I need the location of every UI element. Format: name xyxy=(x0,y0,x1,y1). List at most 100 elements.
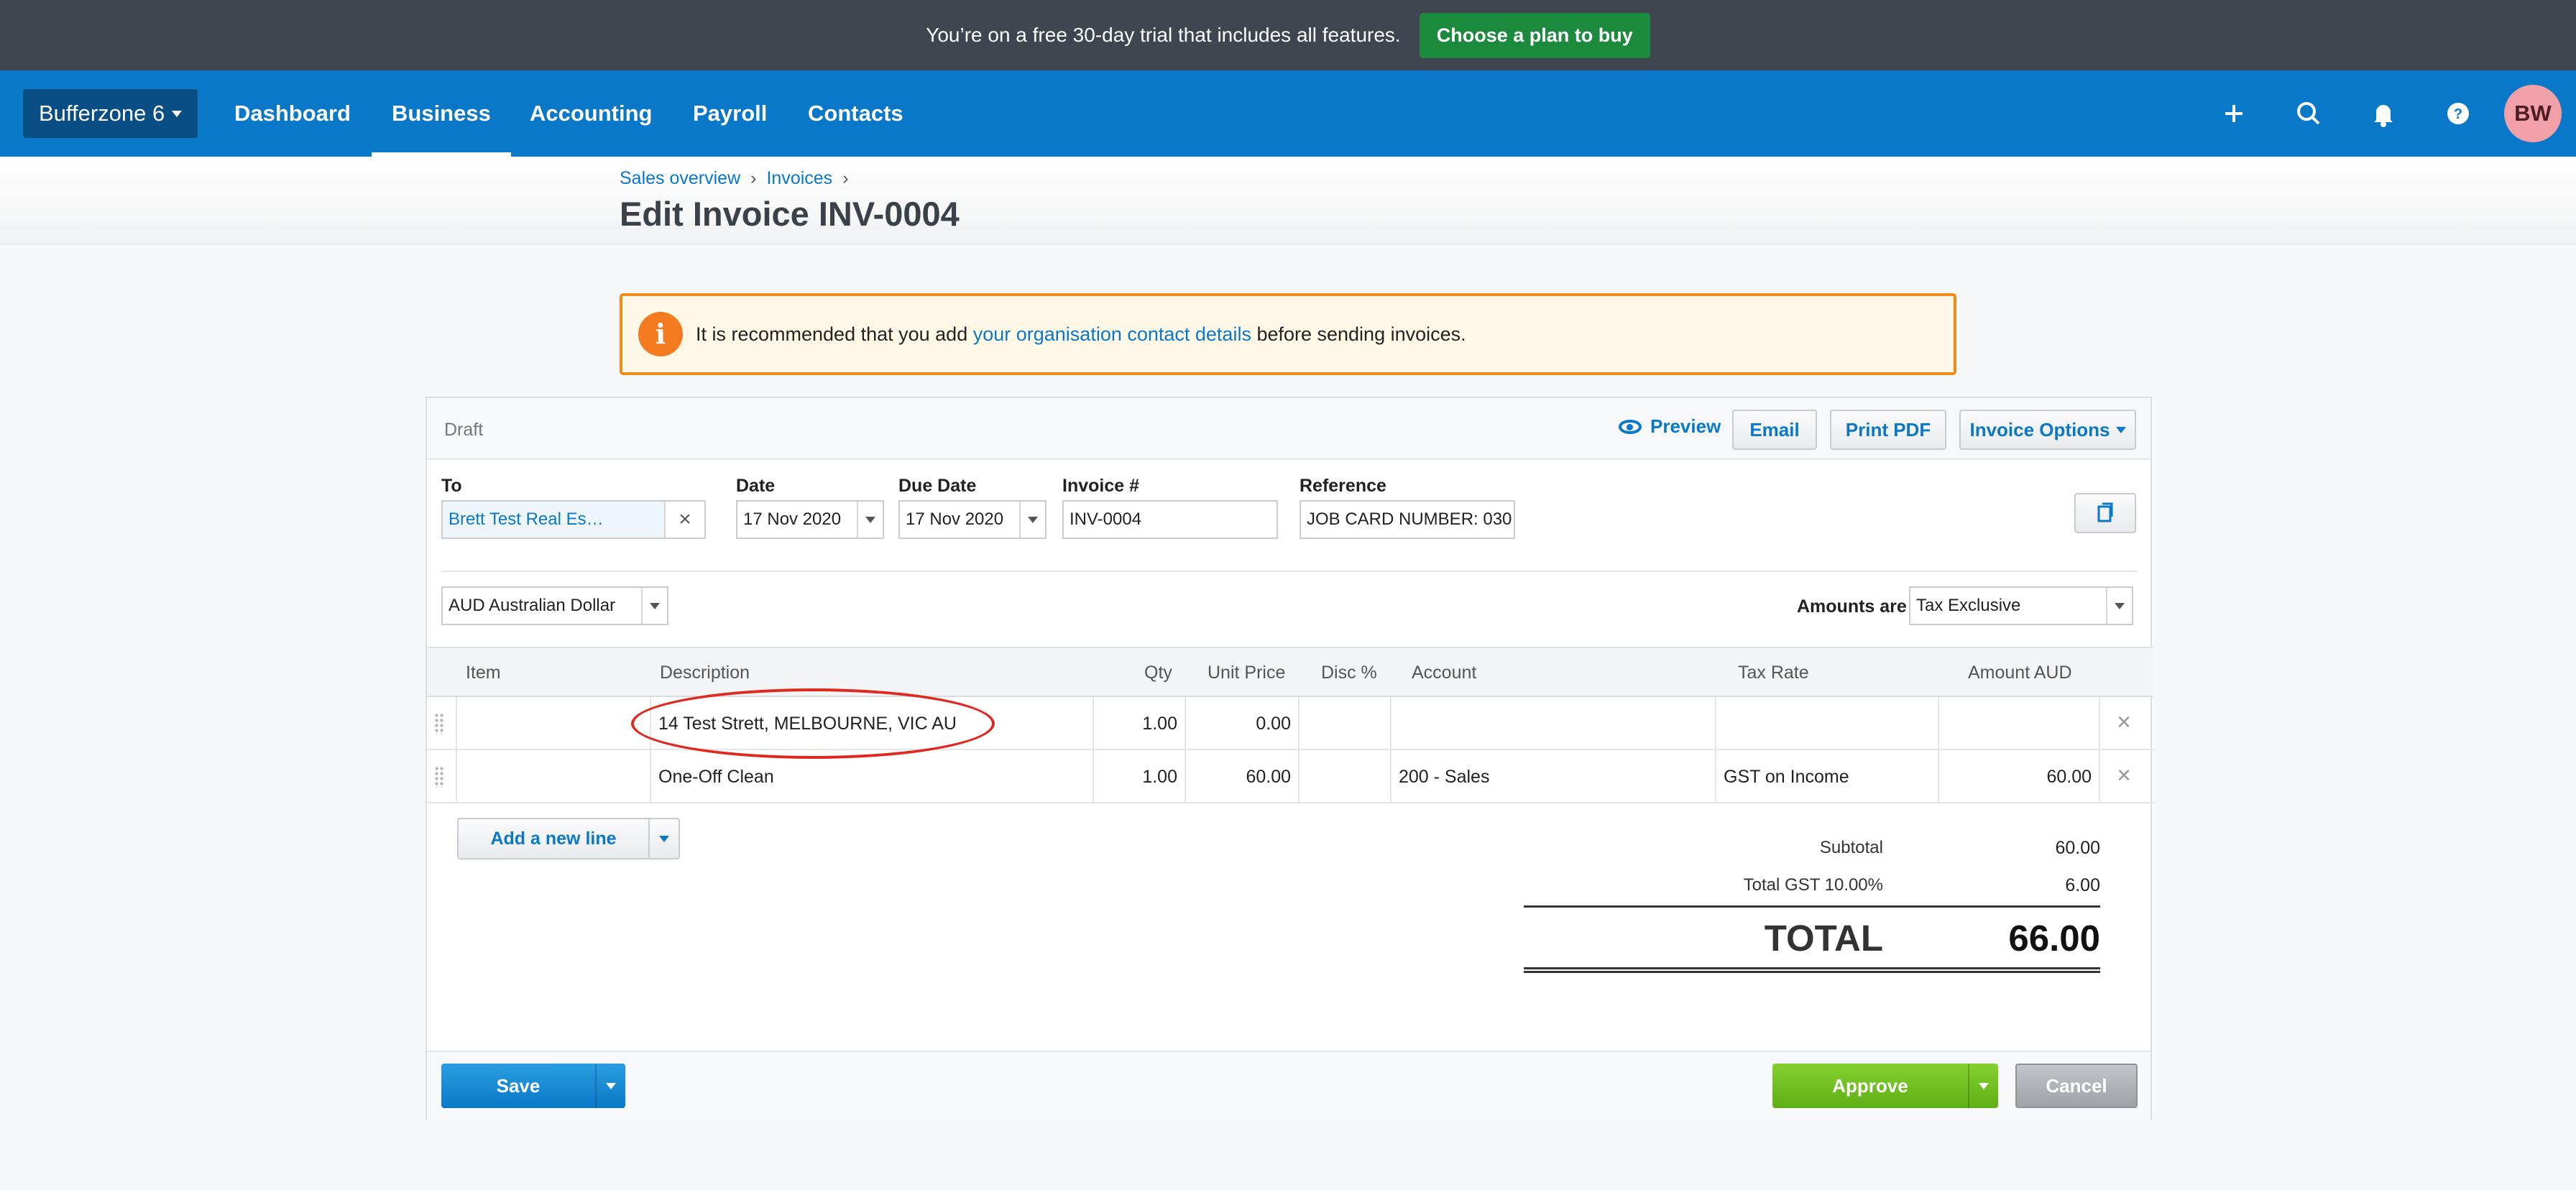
nav-contacts[interactable]: Contacts xyxy=(808,70,903,157)
drag-handle-icon[interactable] xyxy=(434,766,444,788)
column-account: Account xyxy=(1412,663,1477,683)
approve-dropdown[interactable] xyxy=(1968,1064,1998,1108)
print-pdf-button[interactable]: Print PDF xyxy=(1830,410,1946,450)
warning-text-before: It is recommended that you add xyxy=(696,323,973,345)
due-date-field[interactable]: 17 Nov 2020 xyxy=(898,500,1046,539)
approve-button[interactable]: Approve xyxy=(1772,1064,1968,1108)
tax-rate-cell[interactable] xyxy=(1715,697,1938,750)
disc-cell[interactable] xyxy=(1298,697,1390,750)
plus-icon[interactable] xyxy=(2217,96,2251,131)
amount-cell[interactable]: 60.00 xyxy=(1938,750,2099,803)
item-cell[interactable] xyxy=(456,750,650,803)
nav-accounting[interactable]: Accounting xyxy=(530,70,653,157)
gst-value: 6.00 xyxy=(2065,875,2100,895)
amounts-are-select[interactable]: Tax Exclusive xyxy=(1909,586,2133,625)
form-footer: Save Approve Cancel xyxy=(427,1051,2150,1120)
due-date-value: 17 Nov 2020 xyxy=(906,509,1004,529)
save-dropdown[interactable] xyxy=(595,1064,625,1108)
due-date-label: Due Date xyxy=(898,476,977,496)
save-split-button: Save xyxy=(441,1064,625,1108)
add-line-control: Add a new line xyxy=(457,818,680,859)
table-row: One-Off Clean 1.00 60.00 200 - Sales GST… xyxy=(427,750,2153,803)
help-icon[interactable]: ? xyxy=(2441,96,2475,131)
trial-banner: You’re on a free 30-day trial that inclu… xyxy=(0,0,2576,70)
total-double-underline xyxy=(1524,967,2100,973)
currency-value: AUD Australian Dollar xyxy=(448,596,616,615)
description-cell[interactable]: One-Off Clean xyxy=(650,750,1092,803)
chevron-down-icon xyxy=(650,602,660,609)
invoice-number-field[interactable]: INV-0004 xyxy=(1062,500,1278,539)
svg-text:?: ? xyxy=(2454,106,2462,122)
column-amount: Amount AUD xyxy=(1968,663,2072,683)
drag-handle-icon[interactable] xyxy=(434,713,444,734)
info-icon: i xyxy=(638,312,683,356)
amounts-are-label: Amounts are xyxy=(1797,596,1907,617)
date-value: 17 Nov 2020 xyxy=(743,509,842,529)
invoice-form: Draft Preview Email Print PDF Invoice Op… xyxy=(426,397,2153,1120)
column-item: Item xyxy=(466,663,501,683)
chevron-down-icon xyxy=(1028,516,1038,523)
bell-icon[interactable] xyxy=(2366,96,2401,131)
column-disc: Disc % xyxy=(1321,663,1377,683)
nav-dashboard[interactable]: Dashboard xyxy=(234,70,351,157)
page-header: Sales overview › Invoices › Edit Invoice… xyxy=(0,157,2576,244)
delete-row-icon[interactable]: × xyxy=(2113,710,2135,734)
chevron-down-icon xyxy=(865,516,875,523)
item-cell[interactable] xyxy=(456,697,650,750)
approve-split-button: Approve xyxy=(1772,1064,1998,1108)
breadcrumb-sales-overview[interactable]: Sales overview xyxy=(620,168,740,189)
account-cell[interactable]: 200 - Sales xyxy=(1390,750,1715,803)
total-value: 66.00 xyxy=(2008,918,2100,959)
invoice-toolbar: Draft Preview Email Print PDF Invoice Op… xyxy=(427,398,2150,460)
warning-text-after: before sending invoices. xyxy=(1251,323,1466,345)
qty-cell[interactable]: 1.00 xyxy=(1092,697,1184,750)
search-icon[interactable] xyxy=(2291,96,2326,131)
subtotal-label: Subtotal xyxy=(1819,838,1883,857)
clear-contact-icon[interactable]: × xyxy=(664,502,704,538)
account-cell[interactable] xyxy=(1390,697,1715,750)
invoice-options-label: Invoice Options xyxy=(1969,418,2110,441)
qty-cell[interactable]: 1.00 xyxy=(1092,750,1184,803)
main-nav: Bufferzone 6 Dashboard Business Accounti… xyxy=(0,70,2576,157)
organisation-details-link[interactable]: your organisation contact details xyxy=(973,323,1251,345)
breadcrumb-invoices[interactable]: Invoices xyxy=(766,168,832,189)
unit-price-cell[interactable]: 60.00 xyxy=(1184,750,1298,803)
choose-plan-button[interactable]: Choose a plan to buy xyxy=(1419,12,1650,58)
cancel-button[interactable]: Cancel xyxy=(2015,1064,2138,1108)
currency-select[interactable]: AUD Australian Dollar xyxy=(441,586,668,625)
to-field[interactable]: Brett Test Real Es… × xyxy=(441,500,706,539)
save-button[interactable]: Save xyxy=(441,1064,595,1108)
column-qty: Qty xyxy=(1144,663,1172,683)
contact-details-warning: i It is recommended that you add your or… xyxy=(620,293,1956,375)
reference-field[interactable]: JOB CARD NUMBER: 030 xyxy=(1300,500,1515,539)
nav-business[interactable]: Business xyxy=(372,70,511,157)
add-line-dropdown[interactable] xyxy=(650,818,680,859)
preview-button[interactable]: Preview xyxy=(1619,415,1721,438)
email-button[interactable]: Email xyxy=(1732,410,1817,450)
breadcrumb: Sales overview › Invoices › xyxy=(620,168,849,189)
warning-text: It is recommended that you add your orga… xyxy=(696,323,1466,346)
org-switcher[interactable]: Bufferzone 6 xyxy=(23,89,198,138)
chevron-down-icon xyxy=(659,835,669,842)
due-date-dropdown[interactable] xyxy=(1019,502,1045,538)
amount-cell[interactable] xyxy=(1938,697,2099,750)
unit-price-cell[interactable]: 0.00 xyxy=(1184,697,1298,750)
copy-icon[interactable] xyxy=(2074,493,2136,533)
invoice-number-label: Invoice # xyxy=(1062,476,1139,496)
add-new-line-button[interactable]: Add a new line xyxy=(457,818,650,859)
chevron-down-icon xyxy=(1979,1082,1989,1089)
currency-dropdown[interactable] xyxy=(641,588,667,624)
avatar[interactable]: BW xyxy=(2504,85,2562,142)
date-field[interactable]: 17 Nov 2020 xyxy=(736,500,884,539)
org-name: Bufferzone 6 xyxy=(39,101,165,126)
disc-cell[interactable] xyxy=(1298,750,1390,803)
tax-rate-cell[interactable]: GST on Income xyxy=(1715,750,1938,803)
invoice-options-button[interactable]: Invoice Options xyxy=(1959,410,2136,450)
delete-row-icon[interactable]: × xyxy=(2113,763,2135,788)
date-label: Date xyxy=(736,476,776,496)
nav-payroll[interactable]: Payroll xyxy=(693,70,767,157)
column-description: Description xyxy=(660,663,750,683)
amounts-are-dropdown[interactable] xyxy=(2106,588,2132,624)
date-dropdown[interactable] xyxy=(857,502,883,538)
status-label: Draft xyxy=(444,420,484,440)
